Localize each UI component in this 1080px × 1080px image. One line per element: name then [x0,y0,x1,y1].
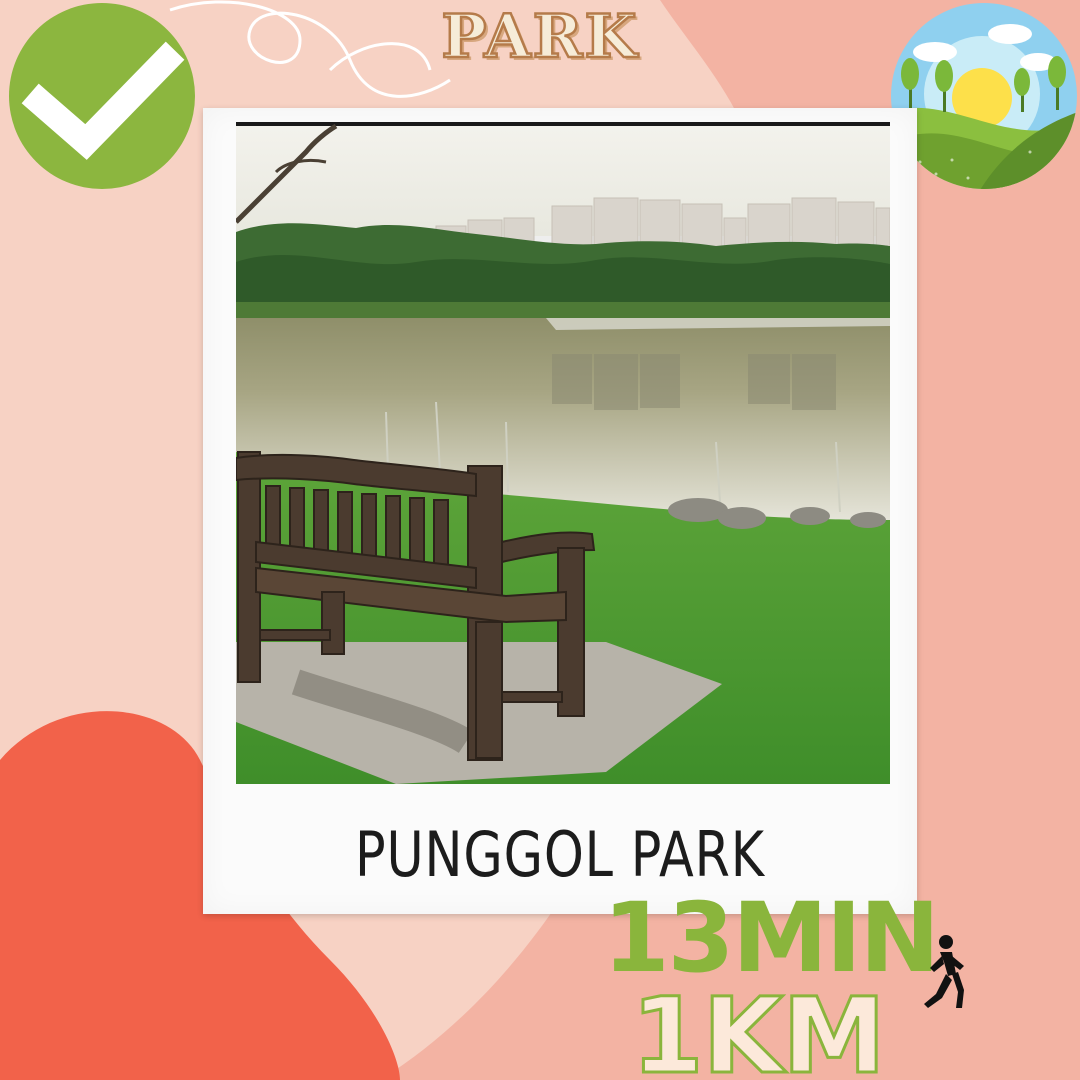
place-name-caption: PUNGGOL PARK [355,818,765,891]
poster: PARK PUNGGOL PARK 13MIN 1KM [0,0,1080,1080]
park-photo-scene [236,122,890,784]
distance-label: 1KM [630,974,887,1080]
landscape-icon [891,3,1077,189]
park-photo [236,122,890,784]
page-title: PARK [440,1,639,74]
walking-person-icon [924,935,964,1008]
check-mark-icon [9,3,195,189]
